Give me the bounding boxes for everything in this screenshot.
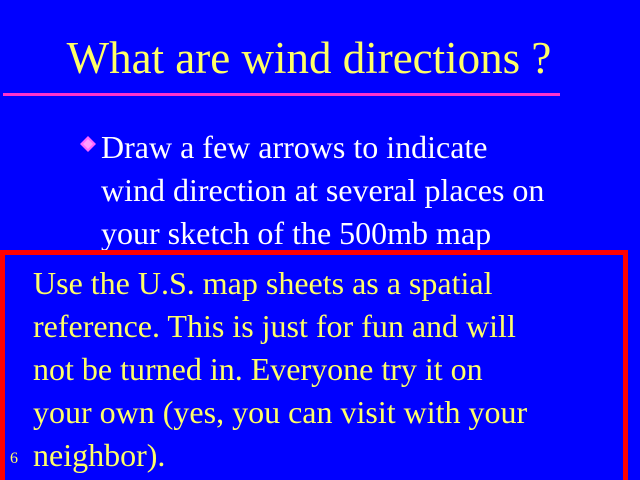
bullet-text: Draw a few arrows to indicate wind direc… bbox=[101, 129, 545, 251]
title-divider bbox=[3, 93, 560, 96]
page-number: 6 bbox=[10, 450, 18, 467]
note-text: Use the U.S. map sheets as a spatial ref… bbox=[33, 265, 528, 473]
diamond-bullet-icon bbox=[80, 136, 96, 152]
slide: What are wind directions ? Draw a few ar… bbox=[0, 0, 640, 480]
slide-title: What are wind directions ? bbox=[66, 33, 552, 83]
